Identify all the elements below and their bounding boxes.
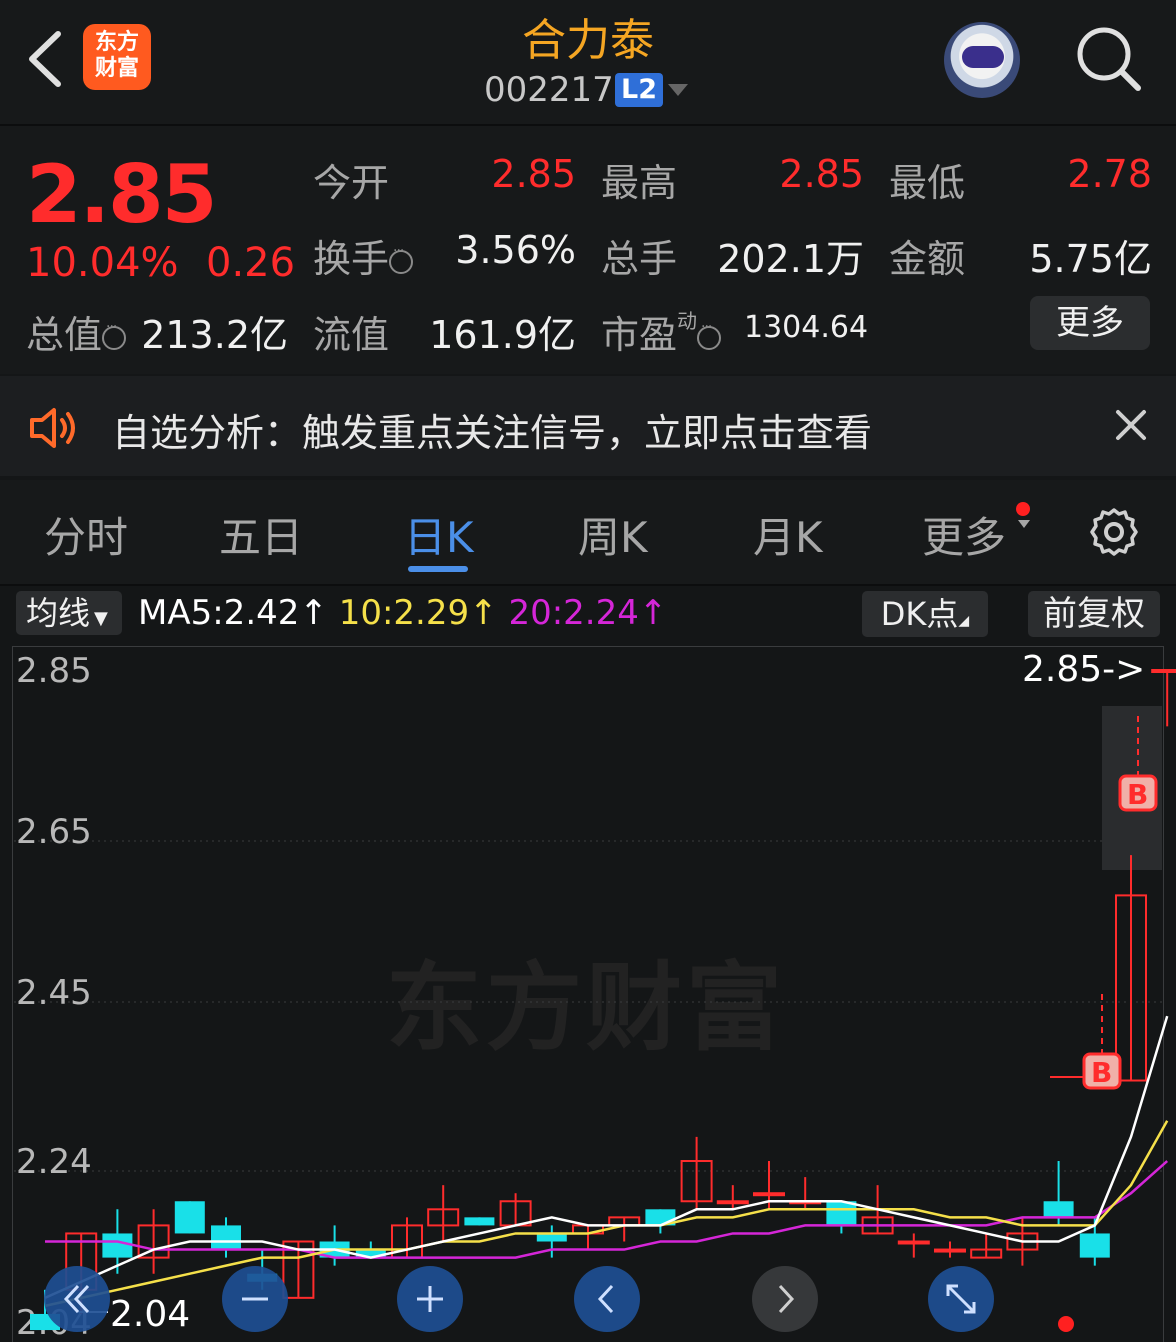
high-value: 2.85 xyxy=(779,152,864,196)
change-amount: 0.26 xyxy=(206,240,296,286)
pe-label[interactable]: 市盈动 xyxy=(601,304,722,359)
arrow-up-icon: ↑ xyxy=(299,593,328,633)
ma10-value: 10:2.29 xyxy=(338,593,470,633)
notification-dot xyxy=(1016,502,1030,516)
caret-down-icon: ▼ xyxy=(94,608,108,629)
info-icon[interactable] xyxy=(697,319,722,350)
stock-code[interactable]: 002217 xyxy=(484,70,614,110)
change-percent: 10.04% xyxy=(26,240,179,286)
total-cap-label-text: 总值 xyxy=(26,313,103,357)
total-cap-value: 213.2亿 xyxy=(141,313,288,357)
tab-weekly-k[interactable]: 周K xyxy=(578,504,648,565)
dk-label: DK点 xyxy=(880,595,959,633)
float-cap-label: 流值 xyxy=(313,313,390,357)
ma-values: MA5:2.42↑ 10:2.29↑ 20:2.24↑ xyxy=(138,593,667,633)
stock-name[interactable]: 合力泰 xyxy=(400,4,776,68)
low-label: 最低 xyxy=(889,161,966,205)
turnover-label[interactable]: 换手 xyxy=(313,228,414,283)
tab-more[interactable]: 更多 xyxy=(922,504,1006,565)
speaker-icon xyxy=(30,408,75,448)
level2-badge[interactable]: L2 xyxy=(615,73,663,107)
more-stats-button[interactable]: 更多 xyxy=(1030,296,1150,350)
chevron-left-icon xyxy=(597,1284,614,1314)
caret-down-icon[interactable] xyxy=(1018,520,1030,528)
minus-icon xyxy=(242,1297,268,1301)
tab-intraday[interactable]: 分时 xyxy=(44,504,128,565)
high-label: 最高 xyxy=(601,161,678,205)
pe-value: 1304.64 xyxy=(744,310,869,345)
plus-icon xyxy=(417,1286,443,1312)
ma20-value: 20:2.24 xyxy=(508,593,639,633)
turnover-label-text: 换手 xyxy=(313,237,390,281)
close-icon[interactable] xyxy=(1110,404,1152,446)
arrow-up-icon: ↑ xyxy=(469,593,498,633)
total-cap-label[interactable]: 总值 xyxy=(26,304,127,359)
info-icon[interactable] xyxy=(389,243,414,274)
chevron-right-icon xyxy=(778,1284,795,1314)
double-chevron-left-icon xyxy=(63,1284,90,1314)
ma-indicator-select[interactable]: 均线 ▼ xyxy=(16,591,122,635)
tab-monthly-k[interactable]: 月K xyxy=(753,504,823,565)
volume-value: 202.1万 xyxy=(717,237,864,281)
ma5-value: MA5:2.42 xyxy=(138,593,300,633)
turnover-value: 3.56% xyxy=(455,228,576,272)
arrow-up-icon: ↑ xyxy=(638,593,668,633)
low-value: 2.78 xyxy=(1067,152,1152,196)
logo-text-top: 东方 xyxy=(94,30,139,55)
open-label: 今开 xyxy=(313,161,390,205)
mascot-visor xyxy=(962,46,1004,68)
gear-icon[interactable] xyxy=(1088,506,1140,558)
dk-point-button[interactable]: DK点◢ xyxy=(862,591,988,637)
watermark: 东方财富 xyxy=(386,952,786,1064)
last-price: 2.85 xyxy=(26,148,217,241)
corner-caret-icon: ◢ xyxy=(958,613,970,629)
active-tab-indicator xyxy=(408,566,468,572)
tab-five-day[interactable]: 五日 xyxy=(219,504,303,565)
volume-label: 总手 xyxy=(601,237,678,281)
info-icon[interactable] xyxy=(102,319,127,350)
app-logo: 东方 财富 xyxy=(83,24,151,90)
pe-label-text: 市盈 xyxy=(601,313,678,357)
pe-dynamic-sup: 动 xyxy=(677,309,698,334)
open-value: 2.85 xyxy=(491,152,576,196)
ma-select-label: 均线 xyxy=(26,594,91,632)
adjust-mode-button[interactable]: 前复权 xyxy=(1028,591,1160,637)
expand-icon xyxy=(946,1284,976,1314)
amount-value: 5.75亿 xyxy=(1029,237,1152,281)
chevron-down-icon[interactable] xyxy=(668,84,688,96)
amount-label: 金额 xyxy=(889,237,966,281)
tab-daily-k[interactable]: 日K xyxy=(404,504,474,565)
signal-dot xyxy=(1058,1316,1074,1332)
search-icon[interactable] xyxy=(1074,24,1144,94)
back-icon[interactable] xyxy=(20,24,70,94)
notice-text[interactable]: 自选分析：触发重点关注信号，立即点击查看 xyxy=(112,402,872,457)
float-cap-value: 161.9亿 xyxy=(429,313,576,357)
logo-text-bottom: 财富 xyxy=(94,56,139,81)
